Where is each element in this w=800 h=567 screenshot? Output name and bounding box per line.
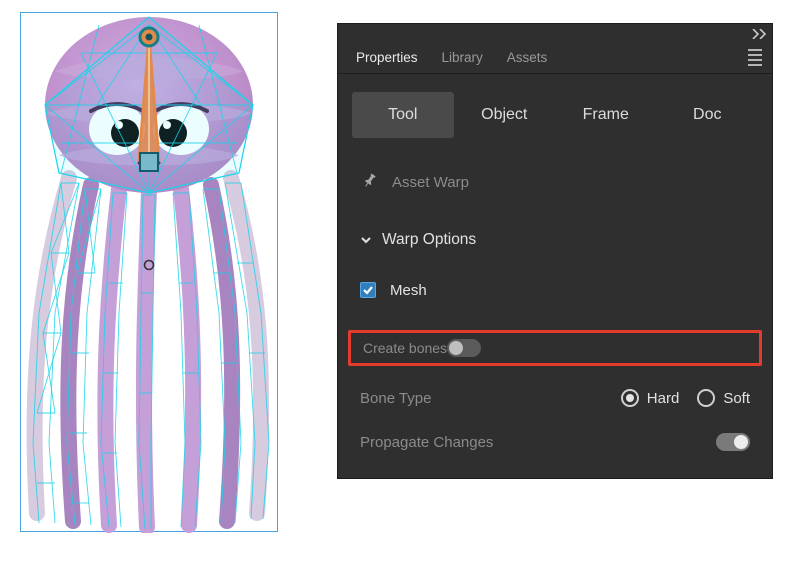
propagate-row: Propagate Changes <box>360 420 750 464</box>
section-title: Warp Options <box>382 231 476 249</box>
segment-object[interactable]: Object <box>454 92 556 138</box>
segment-tool[interactable]: Tool <box>352 92 454 138</box>
bone-type-soft-label: Soft <box>723 390 750 407</box>
bone-type-label: Bone Type <box>360 390 431 407</box>
tool-name-row: Asset Warp <box>360 160 750 204</box>
pin-icon <box>356 169 381 195</box>
create-bones-label: Create bones <box>363 340 447 356</box>
stage-canvas[interactable] <box>20 12 278 532</box>
mesh-row: Mesh <box>360 268 750 312</box>
properties-panel: Properties Library Assets Tool Object Fr… <box>338 24 772 478</box>
jellyfish-artwork <box>21 13 279 533</box>
propagate-toggle[interactable] <box>716 433 750 451</box>
tab-assets[interactable]: Assets <box>495 44 560 71</box>
segment-frame[interactable]: Frame <box>555 92 657 138</box>
tool-name-label: Asset Warp <box>392 174 469 191</box>
tab-library[interactable]: Library <box>430 44 495 71</box>
collapse-panel-icon[interactable] <box>752 29 766 39</box>
bone-type-hard-label: Hard <box>647 390 680 407</box>
warp-options-header[interactable]: Warp Options <box>360 218 750 262</box>
create-bones-row: Create bones <box>348 330 762 366</box>
propagate-label: Propagate Changes <box>360 434 493 451</box>
chevron-down-icon <box>360 234 372 246</box>
tab-properties[interactable]: Properties <box>344 44 430 71</box>
mesh-label: Mesh <box>390 282 427 299</box>
segment-doc[interactable]: Doc <box>657 92 759 138</box>
bone-type-row: Bone Type Hard Soft <box>360 376 750 420</box>
bone-type-hard-radio[interactable] <box>621 389 639 407</box>
bone-type-soft-radio[interactable] <box>697 389 715 407</box>
panel-menu-icon[interactable] <box>744 47 766 69</box>
context-segments: Tool Object Frame Doc <box>352 92 758 138</box>
panel-tab-bar: Properties Library Assets <box>338 42 772 74</box>
create-bones-toggle[interactable] <box>447 339 481 357</box>
mesh-checkbox[interactable] <box>360 282 376 298</box>
